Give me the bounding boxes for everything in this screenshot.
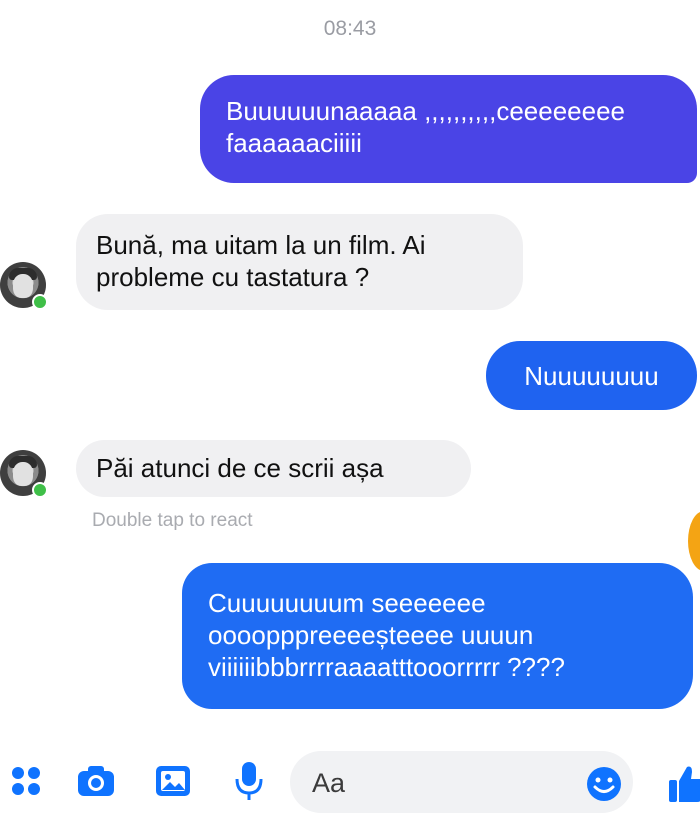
incoming-message-2[interactable]: Păi atunci de ce scrii așa: [76, 440, 471, 497]
message-line: Nuuuuuuuu: [524, 361, 659, 391]
emoji-icon[interactable]: [585, 765, 623, 803]
messenger-conversation: 08:43 Buuuuuunaaaaa ,,,,,,,,,,ceeeeeeee …: [0, 0, 700, 823]
message-line: Păi atunci de ce scrii așa: [96, 453, 384, 483]
camera-icon[interactable]: [76, 761, 116, 801]
double-tap-react-hint: Double tap to react: [92, 510, 253, 531]
message-line: faaaaaaciiiii: [226, 128, 362, 158]
contact-avatar[interactable]: [0, 262, 48, 310]
thumbs-up-icon[interactable]: [667, 763, 700, 805]
outgoing-message-2[interactable]: Nuuuuuuuu: [486, 341, 697, 410]
message-line: Bună, ma uitam la un film. Ai: [96, 230, 426, 260]
microphone-icon[interactable]: [229, 761, 269, 801]
online-status-indicator: [32, 482, 48, 498]
outgoing-message-3[interactable]: Cuuuuuuuum seeeeeee oooopppreeeeșteeee u…: [182, 563, 693, 709]
incoming-message-1[interactable]: Bună, ma uitam la un film. Ai probleme c…: [76, 214, 523, 310]
floating-reaction-indicator: [688, 511, 700, 571]
message-line: Cuuuuuuuum seeeeeee: [208, 588, 486, 618]
image-icon[interactable]: [153, 761, 193, 801]
online-status-indicator: [32, 294, 48, 310]
apps-icon[interactable]: [6, 761, 46, 801]
message-input-placeholder: Aa: [312, 768, 346, 798]
message-composer-toolbar: Aa: [0, 743, 700, 823]
message-timestamp: 08:43: [323, 17, 377, 40]
contact-avatar[interactable]: [0, 450, 48, 498]
message-line: probleme cu tastatura ?: [96, 262, 370, 292]
message-line: viiiiiibbbrrrraaaatttooorrrrr ????: [208, 652, 565, 682]
message-line: Buuuuuunaaaaa ,,,,,,,,,,ceeeeeeee: [226, 96, 626, 126]
outgoing-message-1[interactable]: Buuuuuunaaaaa ,,,,,,,,,,ceeeeeeee faaaaa…: [200, 75, 697, 183]
message-line: oooopppreeeeșteeee uuuun: [208, 620, 534, 650]
message-input[interactable]: Aa: [290, 751, 633, 813]
